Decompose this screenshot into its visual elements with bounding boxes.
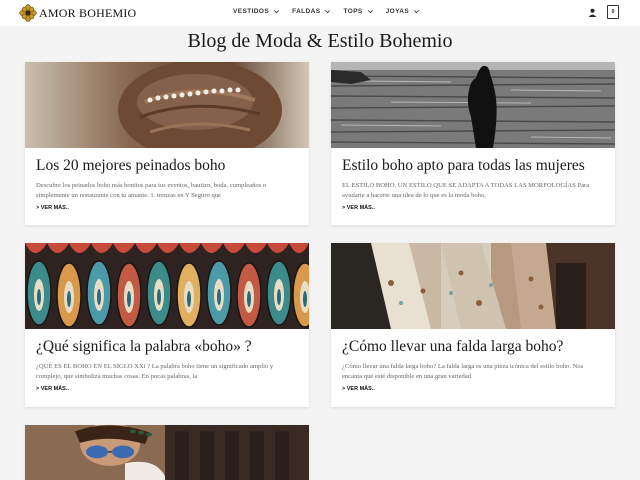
nav-item-vestidos[interactable]: VESTIDOS — [233, 8, 280, 15]
post-title[interactable]: Estilo boho apto para todas las mujeres — [342, 157, 585, 175]
read-more-link[interactable]: > VER MÁS.. — [36, 205, 69, 211]
chevron-down-icon — [325, 10, 331, 14]
read-more-link[interactable]: > VER MÁS.. — [342, 386, 375, 392]
post-card[interactable]: Los 20 mejores peinados boho Descubre lo… — [25, 62, 309, 225]
post-card[interactable]: Estilo boho apto para todas las mujeres … — [331, 62, 615, 225]
main-nav: VESTIDOS FALDAS TOPS JOYAS — [233, 8, 432, 15]
post-image-woman-sunglasses[interactable] — [25, 425, 309, 480]
page-title: Blog de Moda & Estilo Bohemio — [187, 30, 453, 52]
post-image-braided-hair[interactable] — [25, 62, 309, 148]
post-excerpt: ¿QUÉ ES EL BOHO EN EL SIGLO XXi ? La pal… — [36, 363, 274, 380]
post-card[interactable]: ¿Cómo llevar una falda larga boho? ¿Cómo… — [331, 243, 615, 407]
post-excerpt: ¿Cómo llevar una falda larga boho? La fa… — [342, 363, 584, 380]
post-image-long-skirts[interactable] — [331, 243, 615, 329]
cart-button[interactable]: 0 — [607, 5, 619, 19]
post-card[interactable] — [25, 425, 309, 480]
nav-item-joyas[interactable]: JOYAS — [386, 8, 420, 15]
chevron-down-icon — [274, 10, 280, 14]
nav-item-label: VESTIDOS — [233, 8, 270, 15]
nav-item-label: TOPS — [343, 8, 363, 15]
read-more-link[interactable]: > VER MÁS.. — [342, 205, 375, 211]
site-logo[interactable]: AMOR BOHEMIO — [19, 4, 136, 22]
nav-item-label: FALDAS — [292, 8, 321, 15]
user-icon[interactable] — [588, 8, 597, 17]
logo-text: AMOR BOHEMIO — [39, 5, 137, 20]
nav-item-faldas[interactable]: FALDAS — [292, 8, 331, 15]
post-excerpt: Descubre los peinados boho más bonitos p… — [36, 182, 267, 199]
nav-item-label: JOYAS — [385, 8, 410, 15]
post-image-boho-pattern[interactable] — [25, 243, 309, 329]
site-header: AMOR BOHEMIO VESTIDOS FALDAS TOPS JOYAS … — [0, 0, 640, 26]
post-excerpt: EL ESTILO BOHO, UN ESTILO QUE SE ADAPTA … — [342, 182, 590, 199]
read-more-link[interactable]: > VER MÁS.. — [36, 386, 69, 392]
post-card[interactable]: ¿Qué significa la palabra «boho» ? ¿QUÉ … — [25, 243, 309, 407]
nav-item-tops[interactable]: TOPS — [343, 8, 373, 15]
post-title[interactable]: Los 20 mejores peinados boho — [36, 157, 225, 175]
chevron-down-icon — [414, 10, 420, 14]
post-title[interactable]: ¿Qué significa la palabra «boho» ? — [36, 338, 252, 356]
post-title[interactable]: ¿Cómo llevar una falda larga boho? — [342, 338, 563, 356]
chevron-down-icon — [367, 10, 373, 14]
flower-logo-icon — [19, 4, 37, 22]
cart-count: 0 — [611, 9, 615, 15]
post-image-woman-by-water[interactable] — [331, 62, 615, 148]
